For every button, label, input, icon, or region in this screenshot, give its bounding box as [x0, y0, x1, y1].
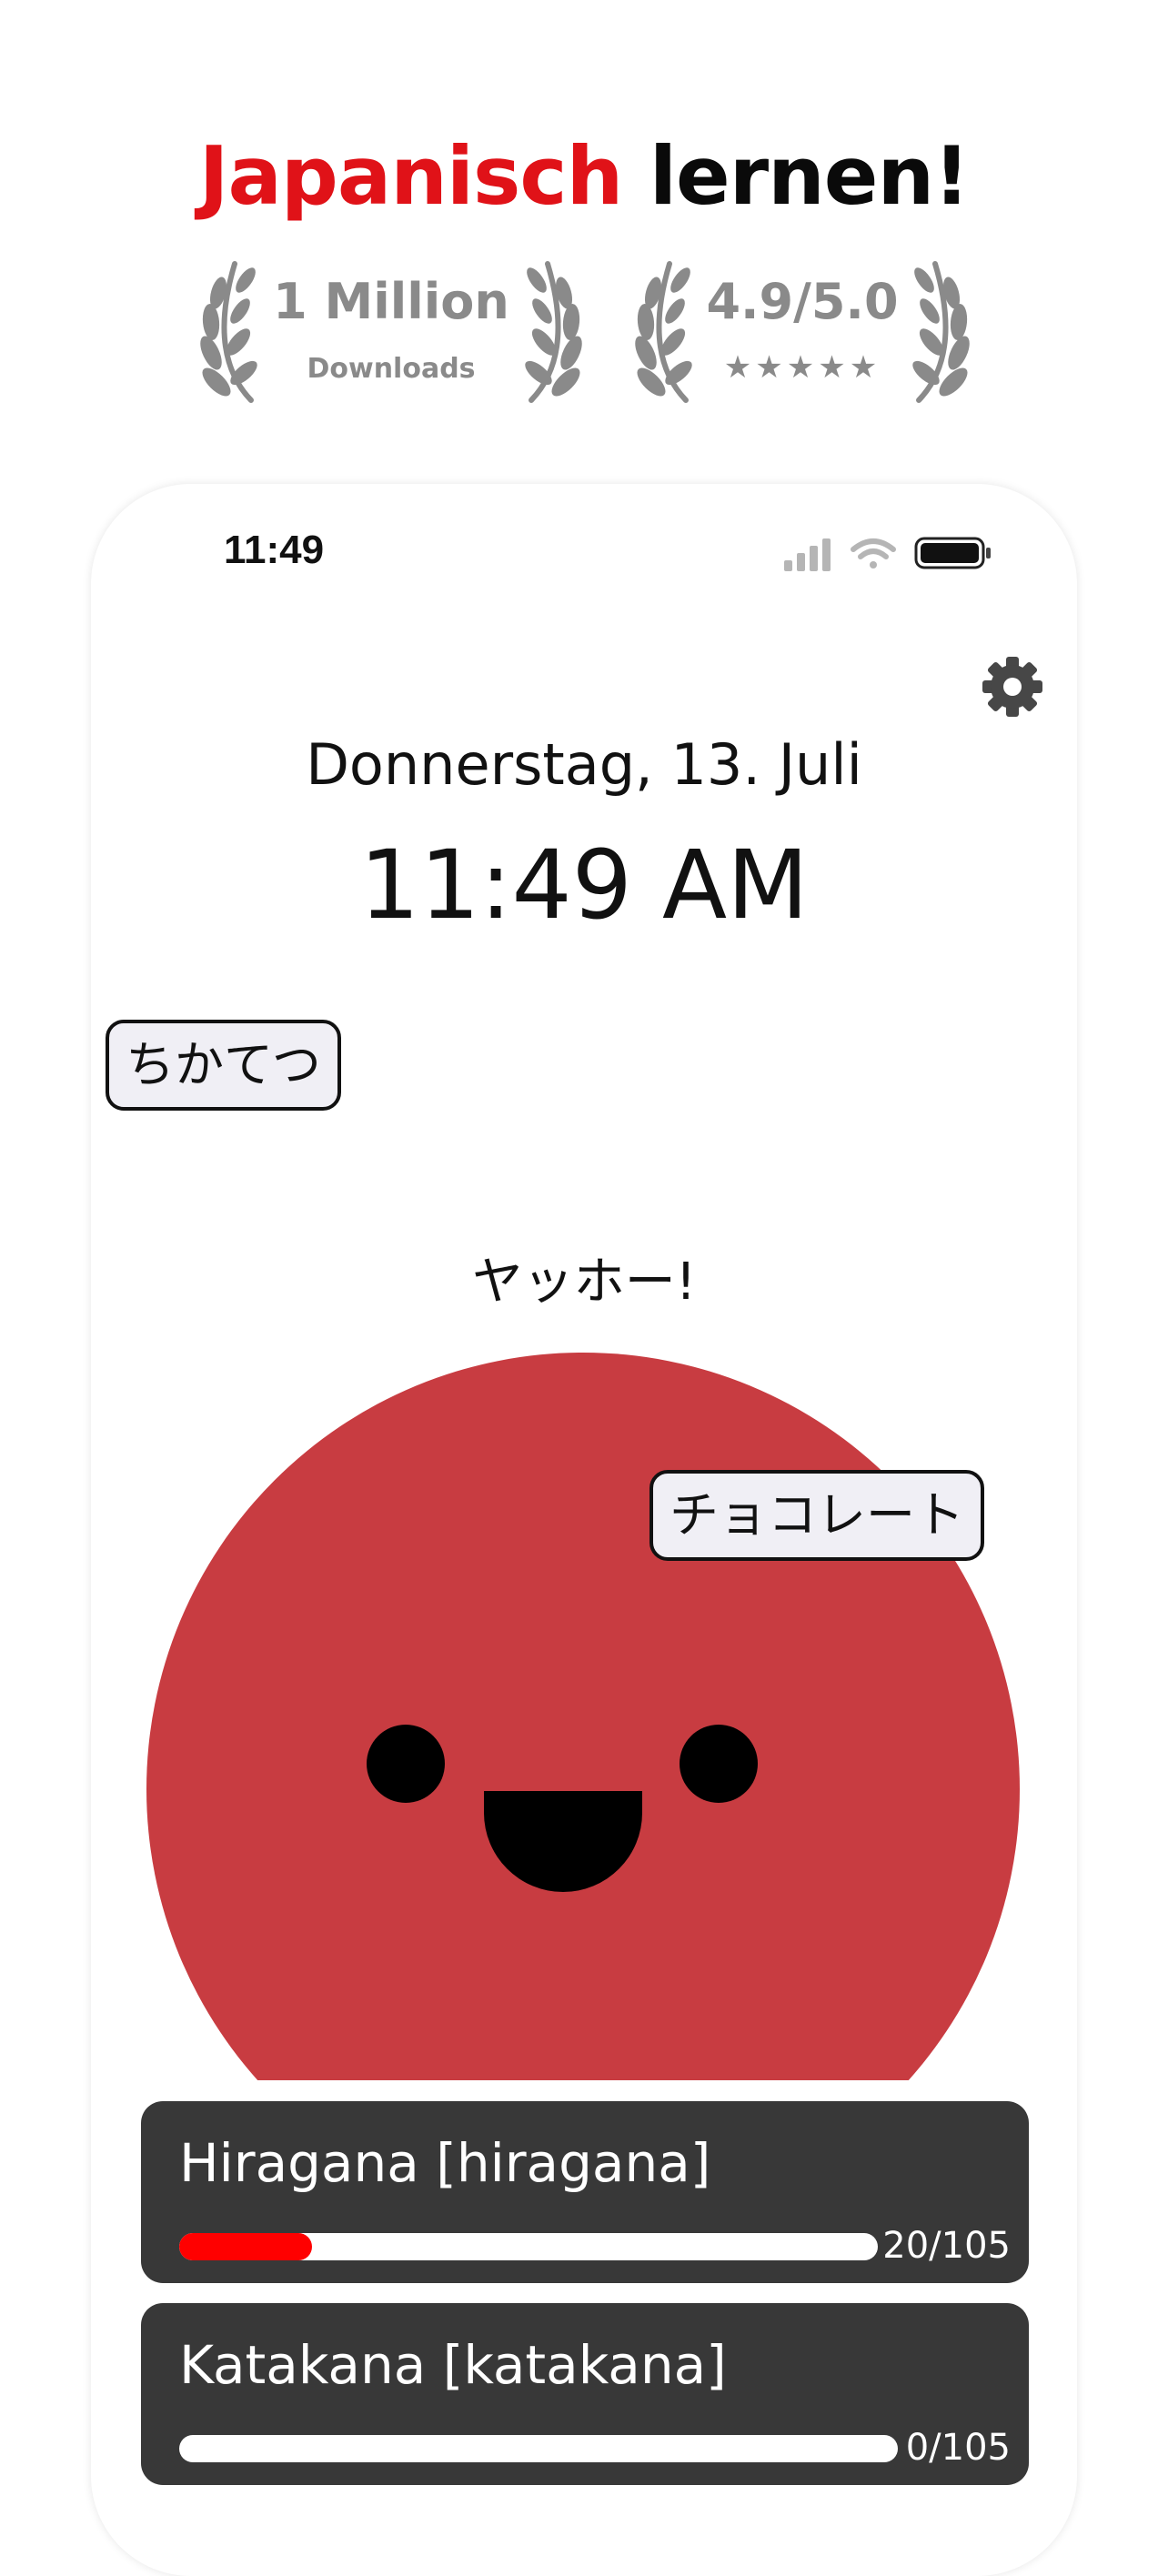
card-title: Katakana [katakana] — [179, 2334, 727, 2396]
progress-count: 0/105 — [905, 2427, 1011, 2469]
mascot-greeting: ヤッホー! — [471, 1253, 697, 1312]
progress-track — [179, 2435, 898, 2462]
mascot-body — [146, 1353, 1020, 2080]
status-time: 11:49 — [224, 528, 325, 572]
headline-rest: lernen! — [649, 129, 970, 223]
battery-icon — [914, 537, 991, 569]
progress-track — [179, 2233, 878, 2260]
wifi-icon — [851, 538, 896, 569]
hiragana-progress-card[interactable]: Hiragana [hiragana] 20/105 — [141, 2101, 1029, 2283]
floating-word-chokoreto[interactable]: チョコレート — [649, 1470, 984, 1561]
clock-display: 11:49 AM — [359, 830, 809, 941]
progress-count: 20/105 — [882, 2225, 1011, 2267]
cellular-signal-icon — [784, 538, 831, 571]
mascot-character[interactable] — [146, 1353, 1021, 2080]
settings-gear-icon[interactable] — [981, 655, 1044, 719]
rating-badge: 4.9/5.0 ★★★★★ — [633, 255, 972, 409]
laurel-right-icon — [912, 261, 970, 403]
mascot-left-eye — [367, 1725, 445, 1803]
phone-mockup: 11:49 Donnerstag, 13. Juli 11:49 AM ちかてつ… — [91, 484, 1077, 2576]
date-display: Donnerstag, 13. Juli — [306, 731, 862, 798]
card-title: Hiragana [hiragana] — [179, 2132, 711, 2194]
floating-word-chikatetsu[interactable]: ちかてつ — [106, 1020, 341, 1111]
mascot-right-eye — [680, 1725, 758, 1803]
headline-accent-word: Japanisch — [198, 129, 624, 223]
marketing-headline: Japanisch lernen! — [0, 136, 1168, 216]
progress-fill — [179, 2233, 312, 2260]
downloads-badge: 1 Million Downloads — [198, 255, 584, 409]
katakana-progress-card[interactable]: Katakana [katakana] 0/105 — [141, 2303, 1029, 2485]
laurel-right-icon — [525, 261, 582, 403]
status-icons — [784, 537, 991, 571]
